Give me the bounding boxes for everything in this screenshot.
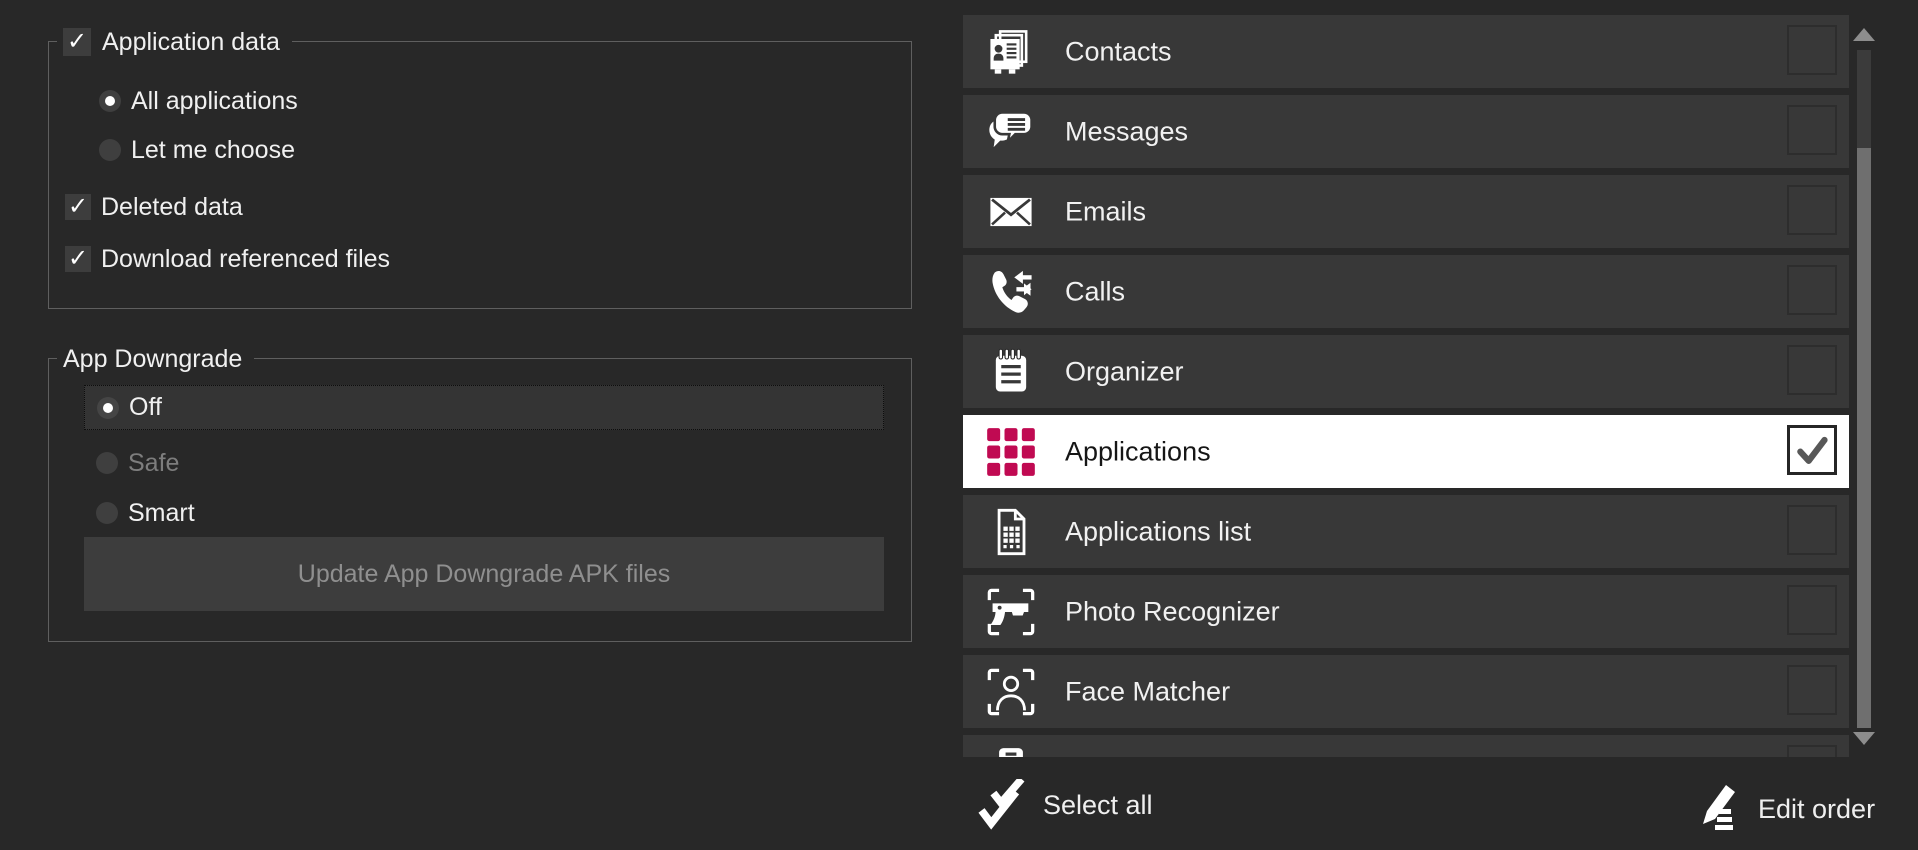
app-downgrade-group: App Downgrade Off Safe Smart Update App …	[48, 358, 912, 642]
item-checkbox[interactable]	[1787, 425, 1837, 475]
list-item-contacts[interactable]: Contacts	[963, 15, 1849, 88]
partial-icon	[985, 746, 1037, 758]
list-item-partial[interactable]	[963, 735, 1849, 757]
item-checkbox[interactable]	[1787, 185, 1837, 235]
item-checkbox[interactable]	[1787, 345, 1837, 395]
radio-off-row[interactable]: Off	[84, 385, 884, 430]
list-item-applications[interactable]: Applications	[963, 415, 1849, 488]
list-item-applications-list[interactable]: Applications list	[963, 495, 1849, 568]
item-checkbox[interactable]	[1787, 265, 1837, 315]
list-item-label: Face Matcher	[1065, 676, 1230, 707]
list-item-label: Applications	[1065, 436, 1211, 467]
emails-icon	[985, 186, 1037, 238]
update-apk-button[interactable]: Update App Downgrade APK files	[84, 537, 884, 611]
photo-recognizer-icon	[985, 586, 1037, 638]
application-data-group: Application data All applications Let me…	[48, 41, 912, 309]
radio-safe-label: Safe	[128, 449, 179, 478]
list-item-photo-recognizer[interactable]: Photo Recognizer	[963, 575, 1849, 648]
application-data-legend: Application data	[57, 25, 292, 59]
radio-safe-row[interactable]: Safe	[96, 449, 179, 477]
list-item-label: Applications list	[1065, 516, 1251, 547]
deleted-data-label: Deleted data	[101, 193, 243, 222]
scroll-down-arrow-icon[interactable]	[1853, 732, 1875, 745]
download-referenced-files-label: Download referenced files	[101, 245, 390, 274]
category-list: Contacts Messages Emails Calls Organizer	[963, 0, 1849, 757]
item-checkbox[interactable]	[1787, 105, 1837, 155]
list-item-label: Photo Recognizer	[1065, 596, 1280, 627]
radio-icon	[96, 502, 118, 524]
application-data-checkbox[interactable]	[63, 28, 91, 56]
item-checkbox[interactable]	[1787, 585, 1837, 635]
calls-icon	[985, 266, 1037, 318]
organizer-icon	[985, 346, 1037, 398]
radio-let-me-choose[interactable]: Let me choose	[99, 136, 295, 164]
deleted-data-checkbox[interactable]	[65, 194, 91, 220]
item-checkbox[interactable]	[1787, 745, 1837, 757]
radio-all-applications-label: All applications	[131, 87, 298, 116]
applications-list-icon	[985, 506, 1037, 558]
item-checkbox[interactable]	[1787, 665, 1837, 715]
list-item-label: Emails	[1065, 196, 1146, 227]
select-all-button[interactable]: Select all	[975, 778, 1153, 832]
scrollbar-thumb[interactable]	[1857, 148, 1871, 728]
messages-icon	[985, 106, 1037, 158]
list-item-label: Organizer	[1065, 356, 1184, 387]
item-checkbox[interactable]	[1787, 25, 1837, 75]
list-scrollbar[interactable]	[1852, 22, 1876, 750]
face-matcher-icon	[985, 666, 1037, 718]
radio-smart-row[interactable]: Smart	[96, 499, 195, 527]
list-item-calls[interactable]: Calls	[963, 255, 1849, 328]
list-item-label: Contacts	[1065, 36, 1172, 67]
scroll-up-arrow-icon[interactable]	[1853, 28, 1875, 41]
double-checkmark-icon	[975, 779, 1027, 831]
contacts-icon	[985, 26, 1037, 78]
edit-order-button[interactable]: Edit order	[1694, 782, 1875, 836]
radio-let-me-choose-label: Let me choose	[131, 136, 295, 165]
radio-icon	[99, 90, 121, 112]
app-downgrade-legend: App Downgrade	[57, 342, 254, 376]
list-item-emails[interactable]: Emails	[963, 175, 1849, 248]
list-item-label: Calls	[1065, 276, 1125, 307]
edit-order-label: Edit order	[1758, 794, 1875, 825]
edit-pencil-icon	[1694, 785, 1742, 833]
list-item-label: Messages	[1065, 116, 1188, 147]
applications-icon	[985, 426, 1037, 478]
list-item-organizer[interactable]: Organizer	[963, 335, 1849, 408]
list-item-face-matcher[interactable]: Face Matcher	[963, 655, 1849, 728]
radio-smart-label: Smart	[128, 499, 195, 528]
radio-icon	[96, 452, 118, 474]
select-all-label: Select all	[1043, 790, 1153, 821]
list-item-messages[interactable]: Messages	[963, 95, 1849, 168]
item-checkbox[interactable]	[1787, 505, 1837, 555]
radio-icon	[99, 139, 121, 161]
application-data-title: Application data	[102, 28, 280, 57]
radio-off-label: Off	[129, 393, 162, 422]
deleted-data-checkbox-row[interactable]: Deleted data	[65, 193, 243, 221]
radio-all-applications[interactable]: All applications	[99, 87, 298, 115]
app-downgrade-title: App Downgrade	[63, 345, 242, 374]
download-referenced-files-checkbox[interactable]	[65, 246, 91, 272]
download-referenced-files-checkbox-row[interactable]: Download referenced files	[65, 245, 390, 273]
radio-icon	[97, 397, 119, 419]
